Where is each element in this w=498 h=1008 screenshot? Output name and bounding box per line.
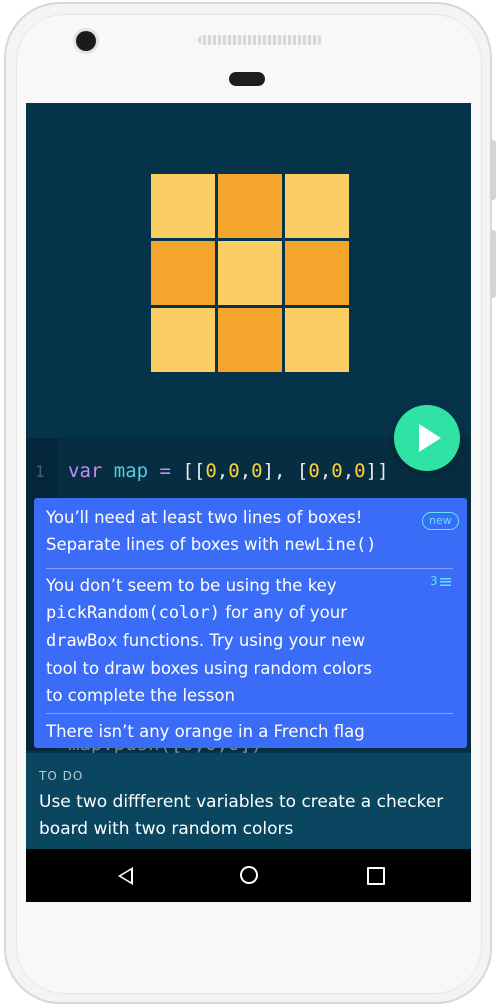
hint-text: functions. Try using your new xyxy=(117,631,366,650)
code-number: 0 xyxy=(331,460,343,482)
todo-label: TO DO xyxy=(39,769,84,783)
grid-tile-dark xyxy=(218,174,282,238)
todo-panel: TO DO Use two diffferent variables to cr… xyxy=(26,753,471,849)
grid-tile-dark xyxy=(285,241,349,305)
power-button xyxy=(490,140,496,200)
grid-tile-dark xyxy=(218,308,282,372)
grid-tile-light xyxy=(285,174,349,238)
hint-code: newLine() xyxy=(284,535,377,555)
home-icon[interactable] xyxy=(240,866,258,884)
recents-icon[interactable] xyxy=(367,867,385,885)
grid-tile-light xyxy=(285,308,349,372)
hint-text-line: pickRandom(color) for any of your xyxy=(46,599,426,627)
hint-french-flag: There isn’t any orange in a French flag xyxy=(46,718,426,745)
hint-text-line: Separate lines of boxes with newLine() xyxy=(46,531,426,559)
grid-tile-light xyxy=(151,174,215,238)
code-number: 0 xyxy=(251,460,263,482)
code-variable: map xyxy=(113,460,149,482)
hint-divider xyxy=(46,713,453,714)
hint-text: Separate lines of boxes with xyxy=(46,535,285,554)
earpiece-speaker xyxy=(229,72,265,86)
hints-panel: You’ll need at least two lines of boxes!… xyxy=(34,498,467,748)
code-operator: = xyxy=(148,460,183,482)
volume-button xyxy=(490,230,496,298)
code-number: 0 xyxy=(205,460,217,482)
code-punct: , xyxy=(342,460,355,482)
grid-tile-dark xyxy=(151,241,215,305)
box-grid xyxy=(151,174,350,373)
code-number: 0 xyxy=(228,460,240,482)
todo-text: Use two diffferent variables to create a… xyxy=(39,792,444,839)
play-icon xyxy=(419,424,441,452)
code-punct: , xyxy=(319,460,332,482)
code-punct: ], [ xyxy=(262,460,309,482)
hint-text: You’ll need at least two lines of boxes! xyxy=(46,508,363,527)
line-number: 1 xyxy=(35,462,45,481)
hint-text-line: drawBox functions. Try using your new xyxy=(46,627,426,655)
hint-text: to complete the lesson xyxy=(46,686,235,705)
drawing-preview xyxy=(26,103,471,438)
hint-text: tool to draw boxes using random colors xyxy=(46,659,372,678)
android-nav-bar xyxy=(26,849,471,902)
code-punct: , xyxy=(216,460,229,482)
code-number: 0 xyxy=(308,460,320,482)
new-badge: new xyxy=(422,512,459,530)
hint-count: 3 xyxy=(430,574,438,588)
code-punct: ]] xyxy=(365,460,389,482)
speaker-grille xyxy=(198,35,322,45)
hint-code: pickRandom(color) xyxy=(46,603,220,623)
hint-divider xyxy=(46,568,453,569)
code-number: 0 xyxy=(354,460,366,482)
list-icon xyxy=(439,577,451,586)
code-line-1[interactable]: var map = [[0,0,0], [0,0,0]] xyxy=(68,460,389,482)
hint-pick-random: You don’t seem to be using the key pickR… xyxy=(46,572,426,709)
hint-text: You don’t seem to be using the key xyxy=(46,576,337,595)
code-punct: , xyxy=(239,460,252,482)
app-screen: 1 var map = [[0,0,0], [0,0,0]] map.push(… xyxy=(26,103,471,902)
hint-text: There isn’t any orange in a French flag xyxy=(46,722,365,741)
code-keyword: var xyxy=(68,460,103,482)
back-icon-inner xyxy=(121,870,131,882)
run-button[interactable] xyxy=(394,405,460,471)
grid-tile-light xyxy=(151,308,215,372)
hint-new-lines: You’ll need at least two lines of boxes!… xyxy=(46,504,426,559)
grid-tile-light xyxy=(218,241,282,305)
hint-text: for any of your xyxy=(220,603,348,622)
hint-code: drawBox xyxy=(46,631,118,651)
back-icon[interactable] xyxy=(118,867,133,885)
hint-count-badge: 3 xyxy=(430,574,451,588)
code-punct: [[ xyxy=(182,460,206,482)
front-camera-icon xyxy=(76,31,96,51)
